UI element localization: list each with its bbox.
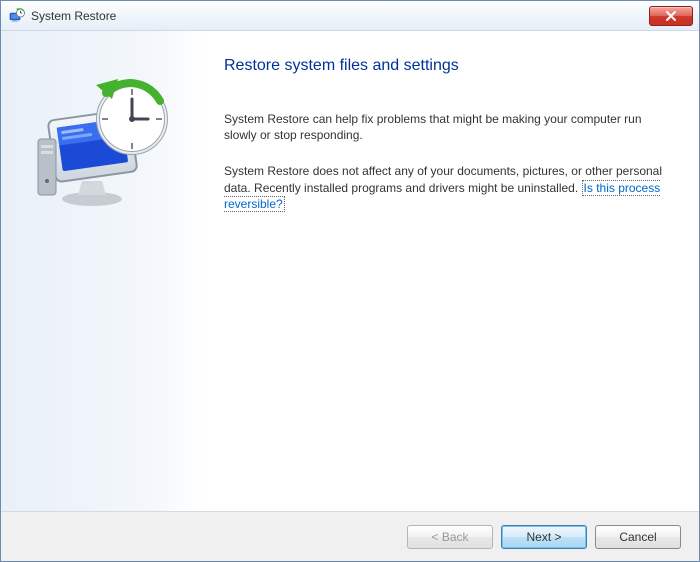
wizard-footer: < Back Next > Cancel	[1, 511, 699, 561]
cancel-button[interactable]: Cancel	[595, 525, 681, 549]
system-restore-icon	[9, 8, 25, 24]
wizard-content: Restore system files and settings System…	[206, 31, 699, 511]
back-button[interactable]: < Back	[407, 525, 493, 549]
titlebar: System Restore	[1, 1, 699, 31]
close-button[interactable]	[649, 6, 693, 26]
window-title: System Restore	[31, 9, 649, 23]
page-heading: Restore system files and settings	[224, 57, 669, 75]
intro-paragraph: System Restore can help fix problems tha…	[224, 111, 669, 143]
wizard-body: Restore system files and settings System…	[1, 31, 699, 511]
wizard-sidebar	[1, 31, 206, 511]
next-button[interactable]: Next >	[501, 525, 587, 549]
system-restore-window: System Restore	[0, 0, 700, 562]
info-paragraph: System Restore does not affect any of yo…	[224, 163, 669, 212]
close-icon	[665, 11, 677, 21]
restore-illustration-icon	[34, 69, 174, 219]
